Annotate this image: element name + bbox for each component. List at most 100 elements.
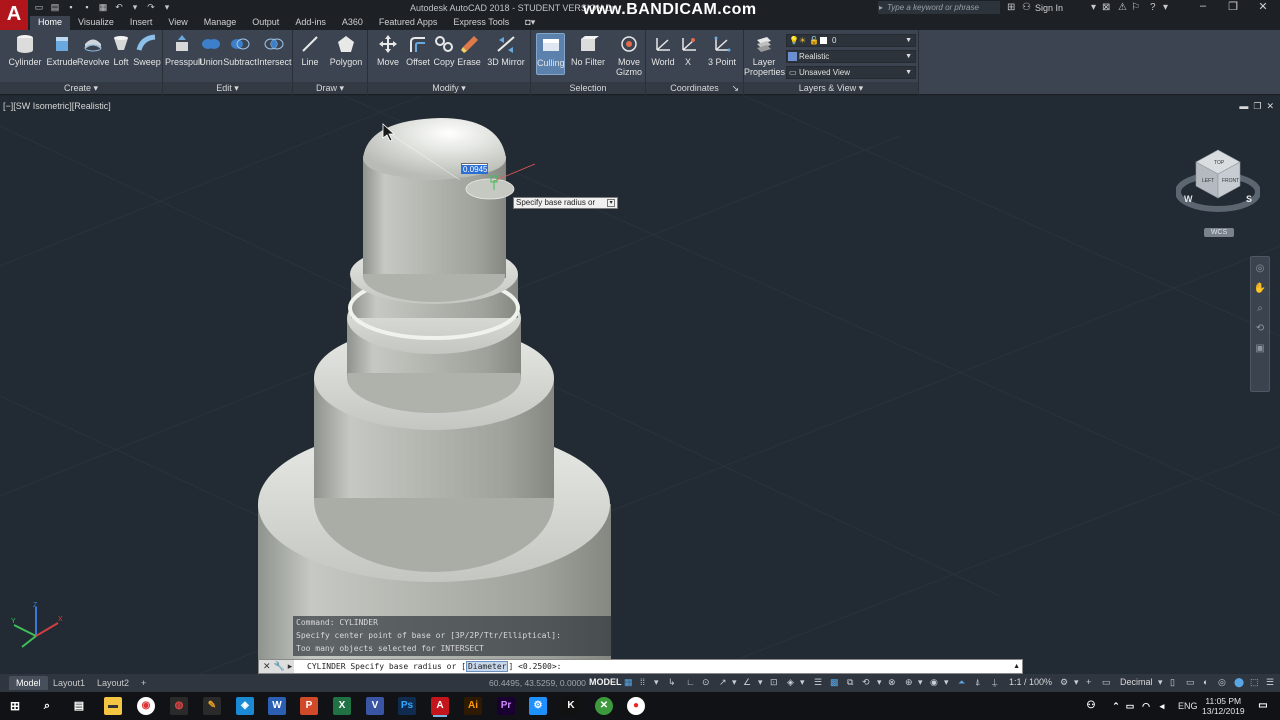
- quick-properties-icon[interactable]: ▯: [1170, 677, 1175, 688]
- input-language[interactable]: ENG: [1178, 701, 1198, 711]
- clean-screen-toggle-icon[interactable]: ⬤: [1234, 677, 1244, 688]
- viewcube-top-label[interactable]: TOP: [1214, 160, 1225, 166]
- new-file-icon[interactable]: ▭: [34, 2, 44, 12]
- transparency-icon[interactable]: ▩: [830, 677, 839, 688]
- panel-title-create[interactable]: Create ▾: [0, 82, 162, 94]
- copy-button[interactable]: Copy: [431, 34, 457, 67]
- compass-south-label[interactable]: S: [1246, 194, 1252, 204]
- tab-layout1[interactable]: Layout1: [46, 676, 92, 690]
- auto-scale-icon[interactable]: ⏶: [958, 677, 965, 688]
- layer-dropdown[interactable]: 💡 ☀ 🔓 0 ▼: [786, 34, 916, 47]
- tab-view[interactable]: View: [160, 16, 195, 30]
- task-view-icon[interactable]: ▤: [70, 697, 88, 715]
- application-menu-button[interactable]: A: [0, 0, 28, 30]
- sign-in-button[interactable]: Sign In: [1035, 3, 1063, 13]
- object-snap-icon[interactable]: ⊡: [770, 677, 778, 688]
- close-icon[interactable]: ✕: [1248, 0, 1278, 16]
- search-taskbar-icon[interactable]: ⌕: [38, 697, 56, 715]
- object-snap-dropdown-icon[interactable]: ▾: [758, 677, 763, 688]
- restore-icon[interactable]: ❐: [1218, 0, 1248, 16]
- network-icon[interactable]: ▭: [1124, 697, 1136, 715]
- customization-icon[interactable]: ☰: [1266, 677, 1274, 688]
- tooltip-options-icon[interactable]: ▾: [607, 199, 616, 207]
- panel-title-layers-view[interactable]: Layers & View ▾: [744, 82, 918, 94]
- tab-home[interactable]: Home: [30, 16, 71, 30]
- excel-icon[interactable]: X: [333, 697, 351, 715]
- command-line-settings-icon[interactable]: 🔧: [274, 660, 285, 673]
- tab-manage[interactable]: Manage: [196, 16, 245, 30]
- print-icon[interactable]: ▦: [98, 2, 108, 12]
- 3-point-ucs-button[interactable]: 3 Point: [705, 34, 739, 67]
- intersect-button[interactable]: Intersect: [257, 34, 292, 67]
- tab-output[interactable]: Output: [244, 16, 287, 30]
- units-dropdown-icon[interactable]: ▾: [1158, 677, 1163, 688]
- move-gizmo-button[interactable]: Move Gizmo: [614, 34, 644, 77]
- powerpoint-icon[interactable]: P: [300, 697, 318, 715]
- panel-title-selection[interactable]: Selection: [531, 82, 645, 94]
- file-explorer-icon[interactable]: ▬: [104, 697, 122, 715]
- record-icon[interactable]: ●: [627, 697, 645, 715]
- model-space-button[interactable]: MODEL: [589, 677, 622, 687]
- cart-icon[interactable]: ⊠: [1102, 2, 1110, 13]
- tab-a360[interactable]: A360: [334, 16, 371, 30]
- snap-icon[interactable]: ⁞⁞: [640, 677, 645, 687]
- sketch-app-icon[interactable]: ✎: [203, 697, 221, 715]
- cylinder-button[interactable]: Cylinder: [8, 34, 42, 67]
- viewcube[interactable]: TOP LEFT FRONT W S: [1176, 140, 1260, 230]
- people-icon[interactable]: ⚇: [1084, 697, 1098, 715]
- union-button[interactable]: Union: [199, 34, 223, 67]
- visual-style-dropdown[interactable]: Realistic ▼: [786, 50, 916, 63]
- presspull-button[interactable]: Presspull: [165, 34, 202, 67]
- command-line-recent-icon[interactable]: ▸: [288, 660, 293, 673]
- viewcube-front-label[interactable]: FRONT: [1222, 178, 1239, 184]
- autocad-icon[interactable]: A: [431, 697, 449, 715]
- visio-icon[interactable]: V: [366, 697, 384, 715]
- units-dropdown[interactable]: Decimal: [1120, 677, 1153, 687]
- named-view-dropdown[interactable]: ▭ Unsaved View ▼: [786, 66, 916, 79]
- sweep-button[interactable]: Sweep: [133, 34, 161, 67]
- viewport-restore-icon[interactable]: ❐: [1253, 101, 1261, 112]
- object-snap-tracking-icon[interactable]: ∠: [743, 677, 751, 688]
- command-line-close-icon[interactable]: ✕: [263, 660, 271, 673]
- panel-title-draw[interactable]: Draw ▾: [293, 82, 367, 94]
- ortho-icon[interactable]: ∟: [686, 677, 695, 687]
- undo-dropdown-icon[interactable]: ▾: [130, 2, 140, 12]
- isolate-objects-icon[interactable]: ◐: [1203, 677, 1208, 687]
- wcs-menu-button[interactable]: WCS: [1204, 228, 1234, 237]
- dynamic-input-field[interactable]: 0.0945: [461, 163, 489, 174]
- k-app-icon[interactable]: K: [562, 697, 580, 715]
- panel-title-coordinates[interactable]: Coordinates ↘: [646, 82, 743, 94]
- grid-icon[interactable]: ▦: [624, 677, 633, 688]
- subtract-button[interactable]: Subtract: [223, 34, 257, 67]
- move-button[interactable]: Move: [374, 34, 402, 67]
- viewport-minimize-icon[interactable]: ▬: [1239, 101, 1248, 112]
- offset-button[interactable]: Offset: [404, 34, 432, 67]
- command-prompt[interactable]: CYLINDER Specify base radius or [Diamete…: [307, 661, 561, 672]
- illustrator-icon[interactable]: Ai: [464, 697, 482, 715]
- settings-app-icon[interactable]: ⚙: [529, 697, 547, 715]
- cursor-coordinates[interactable]: 60.4495, 43.5259, 0.0000: [489, 678, 586, 688]
- annotation-monitor-icon[interactable]: +: [1086, 677, 1091, 687]
- annotation-scale-icon[interactable]: ⍋: [975, 677, 980, 688]
- workspace-switch-icon[interactable]: ⚙: [1060, 677, 1068, 688]
- panel-title-edit[interactable]: Edit ▾: [163, 82, 292, 94]
- 3d-mirror-button[interactable]: 3D Mirror: [485, 34, 527, 67]
- units-icon[interactable]: ▭: [1102, 677, 1111, 688]
- drawing-viewport[interactable]: [−][SW Isometric][Realistic] ▬ ❐ ✕ 0.094…: [0, 96, 1280, 674]
- ribbon-display-toggle-icon[interactable]: ◘▾: [517, 16, 543, 30]
- clock[interactable]: 11:05 PM 13/12/2019: [1202, 696, 1245, 716]
- save-icon[interactable]: ▪: [66, 2, 76, 12]
- revolve-button[interactable]: Revolve: [77, 34, 110, 67]
- tab-visualize[interactable]: Visualize: [70, 16, 122, 30]
- chrome-icon[interactable]: ◉: [137, 697, 155, 715]
- command-line-expand-icon[interactable]: ▲: [1013, 660, 1020, 673]
- open-file-icon[interactable]: ▤: [50, 2, 60, 12]
- command-line[interactable]: ✕ 🔧 ▸ CYLINDER Specify base radius or [D…: [258, 659, 1023, 674]
- workspace-icon[interactable]: ⍊: [992, 677, 997, 688]
- no-filter-button[interactable]: No Filter: [569, 34, 607, 67]
- viewport-close-icon[interactable]: ✕: [1266, 101, 1274, 112]
- infer-constraints-icon[interactable]: ↳: [668, 677, 676, 688]
- notifications-icon[interactable]: ▭: [1256, 697, 1270, 715]
- help-dropdown-icon[interactable]: ▾: [1163, 2, 1168, 13]
- binoculars-search-icon[interactable]: ⊞: [1007, 2, 1015, 13]
